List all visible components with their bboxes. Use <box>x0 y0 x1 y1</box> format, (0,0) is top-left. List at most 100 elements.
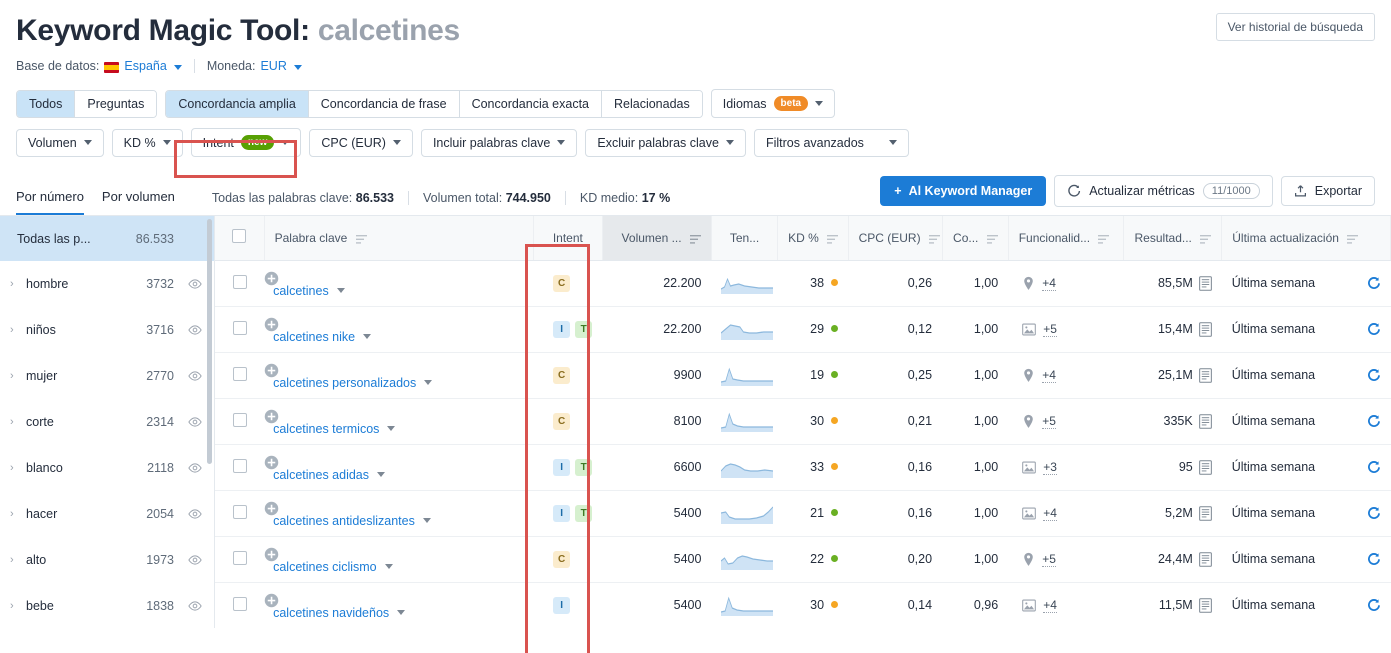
sidebar-item[interactable]: ›hombre3732 <box>0 261 214 307</box>
refresh-icon[interactable] <box>1366 506 1381 521</box>
filter-incluir-palabras-clave[interactable]: Incluir palabras clave <box>421 129 577 157</box>
col-volume[interactable]: Volumen ... <box>603 216 712 260</box>
eye-icon[interactable] <box>188 371 202 381</box>
row-checkbox[interactable] <box>233 597 247 611</box>
col-cpc[interactable]: CPC (EUR) <box>848 216 942 260</box>
row-refresh-button[interactable] <box>1366 414 1381 429</box>
subtab-por-numero[interactable]: Por número <box>16 189 84 215</box>
chevron-right-icon[interactable]: › <box>10 508 20 520</box>
keyword-link[interactable]: calcetines termicos <box>273 422 379 436</box>
filter-cpc[interactable]: CPC (EUR) <box>309 129 413 157</box>
col-keyword[interactable]: Palabra clave <box>264 216 533 260</box>
features-more-link[interactable]: +4 <box>1043 598 1057 613</box>
intent-badge-i[interactable]: I <box>553 321 570 338</box>
add-keyword-icon[interactable] <box>264 317 279 332</box>
filter-excluir-palabras-clave[interactable]: Excluir palabras clave <box>585 129 746 157</box>
keyword-menu-caret-icon[interactable] <box>363 334 371 339</box>
sidebar-item[interactable]: ›niños3716 <box>0 307 214 353</box>
refresh-icon[interactable] <box>1366 414 1381 429</box>
features-more-link[interactable]: +4 <box>1042 276 1056 291</box>
intent-badge-t[interactable]: T <box>575 459 592 476</box>
intent-badge-t[interactable]: T <box>575 505 592 522</box>
intent-badge-i[interactable]: I <box>553 597 570 614</box>
filter-intent[interactable]: Intent new <box>191 128 302 157</box>
chevron-down-icon[interactable] <box>174 65 182 70</box>
sidebar-item[interactable]: ›hacer2054 <box>0 491 214 537</box>
row-refresh-button[interactable] <box>1366 460 1381 475</box>
col-last-update[interactable]: Última actualización <box>1222 216 1391 260</box>
keyword-menu-caret-icon[interactable] <box>377 472 385 477</box>
sidebar-item-all-keywords[interactable]: Todas las p... 86.533 <box>0 216 214 261</box>
eye-icon[interactable] <box>188 279 202 289</box>
refresh-icon[interactable] <box>1366 322 1381 337</box>
subtab-por-volumen[interactable]: Por volumen <box>102 189 175 215</box>
intent-badge-c[interactable]: C <box>553 551 570 568</box>
add-keyword-icon[interactable] <box>264 501 279 516</box>
col-features[interactable]: Funcionalid... <box>1008 216 1123 260</box>
tab-concordancia-amplia[interactable]: Concordancia amplia <box>166 91 308 117</box>
chevron-right-icon[interactable]: › <box>10 416 20 428</box>
row-checkbox[interactable] <box>233 275 247 289</box>
sidebar-item[interactable]: ›alto1973 <box>0 537 214 583</box>
add-keyword-icon[interactable] <box>264 409 279 424</box>
features-more-link[interactable]: +5 <box>1043 322 1057 337</box>
row-checkbox[interactable] <box>233 413 247 427</box>
features-more-link[interactable]: +4 <box>1042 368 1056 383</box>
add-keyword-icon[interactable] <box>264 363 279 378</box>
keyword-link[interactable]: calcetines <box>273 284 329 298</box>
add-keyword-icon[interactable] <box>264 547 279 562</box>
sidebar-item[interactable]: ›mujer2770 <box>0 353 214 399</box>
tab-concordancia-exacta[interactable]: Concordancia exacta <box>460 91 602 117</box>
refresh-icon[interactable] <box>1366 552 1381 567</box>
update-metrics-button[interactable]: Actualizar métricas 11/1000 <box>1054 175 1273 207</box>
intent-badge-t[interactable]: T <box>575 321 592 338</box>
chevron-right-icon[interactable]: › <box>10 324 20 336</box>
add-keyword-icon-wrap[interactable] <box>264 593 523 608</box>
sidebar-item[interactable]: ›bebe1838 <box>0 583 214 628</box>
refresh-icon[interactable] <box>1366 276 1381 291</box>
eye-icon[interactable] <box>188 325 202 335</box>
eye-icon[interactable] <box>188 417 202 427</box>
currency-value[interactable]: EUR <box>260 59 286 73</box>
features-more-link[interactable]: +3 <box>1043 460 1057 475</box>
add-keyword-icon-wrap[interactable] <box>264 501 523 516</box>
keyword-link[interactable]: calcetines ciclismo <box>273 560 377 574</box>
sidebar-scrollbar[interactable] <box>207 219 212 464</box>
add-keyword-icon[interactable] <box>264 455 279 470</box>
refresh-icon[interactable] <box>1366 598 1381 613</box>
row-refresh-button[interactable] <box>1366 276 1381 291</box>
intent-badge-i[interactable]: I <box>553 505 570 522</box>
database-selector[interactable]: Base de datos: España <box>16 59 182 73</box>
filter-idiomas[interactable]: Idiomas beta <box>711 89 835 118</box>
row-refresh-button[interactable] <box>1366 552 1381 567</box>
chevron-right-icon[interactable]: › <box>10 462 20 474</box>
features-more-link[interactable]: +4 <box>1043 506 1057 521</box>
eye-icon[interactable] <box>188 555 202 565</box>
keyword-link[interactable]: calcetines personalizados <box>273 376 416 390</box>
filter-volumen[interactable]: Volumen <box>16 129 104 157</box>
add-keyword-icon-wrap[interactable] <box>264 455 523 470</box>
filter-kd[interactable]: KD % <box>112 129 183 157</box>
add-keyword-icon-wrap[interactable] <box>264 317 523 332</box>
features-more-link[interactable]: +5 <box>1042 414 1056 429</box>
row-refresh-button[interactable] <box>1366 368 1381 383</box>
row-checkbox[interactable] <box>233 321 247 335</box>
row-refresh-button[interactable] <box>1366 598 1381 613</box>
row-checkbox[interactable] <box>233 367 247 381</box>
keyword-menu-caret-icon[interactable] <box>397 610 405 615</box>
chevron-right-icon[interactable]: › <box>10 600 20 612</box>
refresh-icon[interactable] <box>1366 368 1381 383</box>
features-more-link[interactable]: +5 <box>1042 552 1056 567</box>
add-keyword-icon-wrap[interactable] <box>264 547 523 562</box>
col-results[interactable]: Resultad... <box>1124 216 1222 260</box>
intent-badge-c[interactable]: C <box>553 367 570 384</box>
keyword-link[interactable]: calcetines nike <box>273 330 355 344</box>
intent-badge-c[interactable]: C <box>553 275 570 292</box>
keyword-menu-caret-icon[interactable] <box>385 564 393 569</box>
database-value[interactable]: España <box>124 59 166 73</box>
add-keyword-icon[interactable] <box>264 593 279 608</box>
eye-icon[interactable] <box>188 463 202 473</box>
keyword-menu-caret-icon[interactable] <box>424 380 432 385</box>
tab-relacionadas[interactable]: Relacionadas <box>602 91 702 117</box>
add-keyword-icon-wrap[interactable] <box>264 363 523 378</box>
